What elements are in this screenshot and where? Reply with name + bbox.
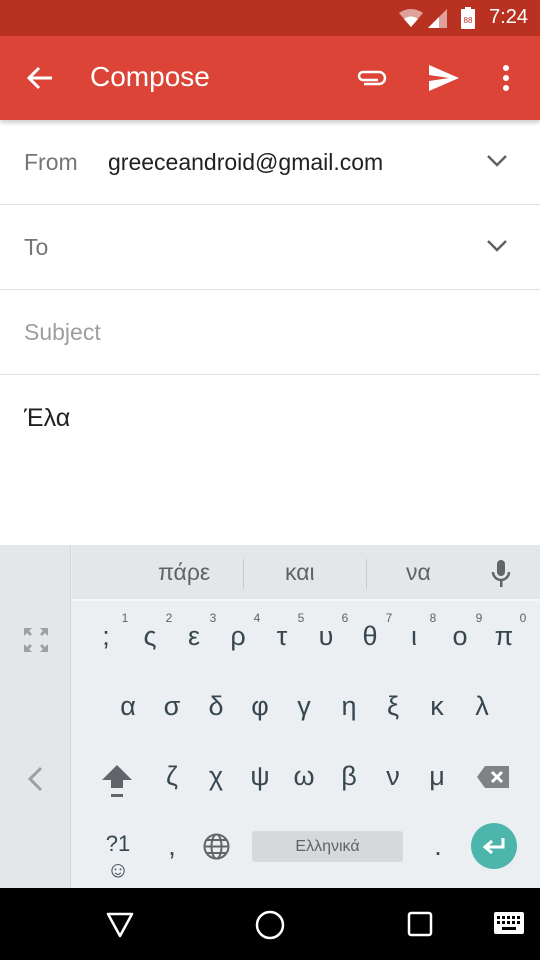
attach-icon[interactable] <box>354 66 388 90</box>
key-hint: 0 <box>519 611 527 625</box>
key[interactable]: π <box>484 621 524 652</box>
key[interactable]: ξ <box>373 691 413 722</box>
more-vert-icon[interactable] <box>500 64 512 92</box>
send-icon[interactable] <box>428 64 460 92</box>
divider <box>243 559 244 589</box>
subject-placeholder[interactable]: Subject <box>24 319 101 346</box>
navigation-bar <box>0 888 540 960</box>
suggestion-3[interactable]: να <box>406 559 431 586</box>
divider <box>366 559 367 589</box>
chevron-down-icon[interactable] <box>486 239 508 253</box>
to-label: To <box>24 234 49 260</box>
key[interactable]: δ <box>196 691 236 722</box>
suggestion-2[interactable]: και <box>285 559 315 586</box>
chevron-down-icon[interactable] <box>486 154 508 168</box>
expand-icon[interactable] <box>23 627 49 653</box>
home-circle-icon[interactable] <box>255 910 285 940</box>
period-key[interactable]: . <box>418 831 458 862</box>
key[interactable]: γ <box>284 691 324 722</box>
key[interactable]: τ <box>262 621 302 652</box>
recents-square-icon[interactable] <box>407 911 433 937</box>
comma-key[interactable]: , <box>152 831 192 862</box>
keyboard-icon[interactable] <box>494 912 524 934</box>
key[interactable]: ο <box>440 621 480 652</box>
key[interactable]: ; <box>86 621 126 652</box>
key[interactable]: ι <box>394 621 434 652</box>
key[interactable]: β <box>329 761 369 792</box>
suggestion-strip: πάρε και να <box>72 545 540 601</box>
microphone-icon[interactable] <box>490 559 512 589</box>
from-label: From <box>24 149 78 175</box>
page-title: Compose <box>90 61 210 92</box>
key[interactable]: υ <box>306 621 346 652</box>
key[interactable]: θ <box>350 621 390 652</box>
key[interactable]: μ <box>417 761 457 792</box>
shift-icon[interactable] <box>101 763 133 799</box>
key[interactable]: ω <box>284 761 324 792</box>
key[interactable]: ς <box>130 621 170 652</box>
signal-icon <box>428 9 447 28</box>
app-bar: Compose <box>0 36 540 120</box>
to-field[interactable]: To <box>0 205 540 290</box>
key[interactable]: η <box>329 691 369 722</box>
keyboard: πάρε και να ; 1 ς 2 ε 3 ρ 4 τ 5 υ 6 θ 7 ι 8 ο 9 π 0 ασδφγηξ… <box>0 545 540 888</box>
back-triangle-icon[interactable] <box>106 912 134 938</box>
from-field[interactable]: From greeceandroid@gmail.com <box>0 120 540 205</box>
key[interactable]: ε <box>174 621 214 652</box>
suggestion-1[interactable]: πάρε <box>158 559 210 586</box>
wifi-icon <box>399 9 423 27</box>
key[interactable]: λ <box>462 691 502 722</box>
key[interactable]: ζ <box>152 761 192 792</box>
clock: 7:24 <box>489 6 528 28</box>
key[interactable]: ψ <box>240 761 280 792</box>
key-hint: 8 <box>429 611 437 625</box>
enter-button[interactable] <box>471 823 517 869</box>
symbols-key[interactable]: ?1☺ <box>96 831 140 883</box>
status-bar: 88 7:24 <box>0 0 540 36</box>
chevron-left-icon[interactable] <box>26 766 44 792</box>
key[interactable]: κ <box>417 691 457 722</box>
key[interactable]: ρ <box>218 621 258 652</box>
battery-icon: 88 <box>461 7 475 29</box>
enter-icon <box>482 838 505 855</box>
body-input[interactable]: Έλα <box>24 404 70 433</box>
key[interactable]: φ <box>240 691 280 722</box>
keyboard-side-panel <box>0 545 71 888</box>
key[interactable]: α <box>108 691 148 722</box>
key[interactable]: ν <box>373 761 413 792</box>
backspace-icon[interactable] <box>476 765 510 789</box>
back-arrow-icon[interactable] <box>26 64 54 92</box>
from-value: greeceandroid@gmail.com <box>108 149 384 175</box>
space-bar[interactable]: Ελληνικά <box>252 831 403 862</box>
svg-text:88: 88 <box>464 16 473 25</box>
key[interactable]: χ <box>196 761 236 792</box>
subject-field[interactable]: Subject <box>0 290 540 375</box>
key[interactable]: σ <box>152 691 192 722</box>
globe-icon[interactable] <box>203 833 230 860</box>
